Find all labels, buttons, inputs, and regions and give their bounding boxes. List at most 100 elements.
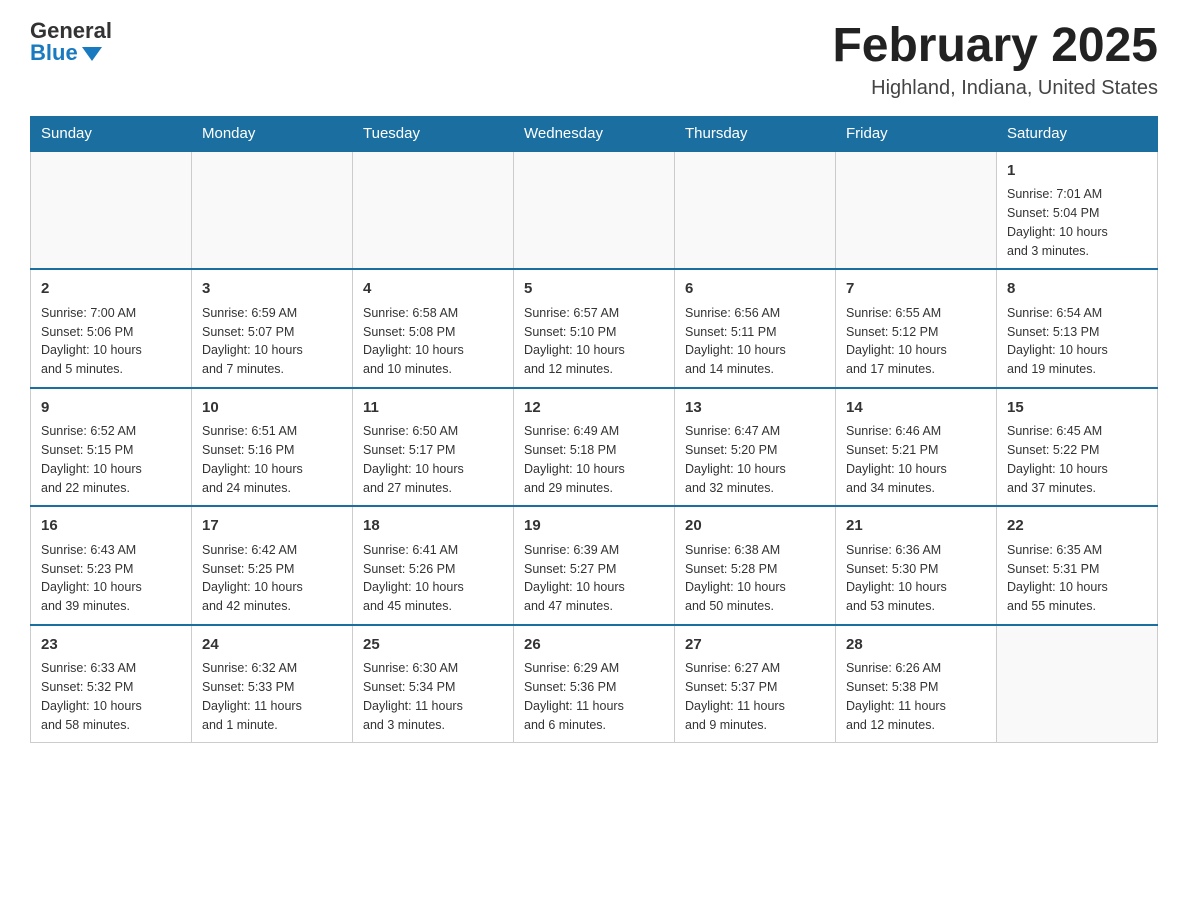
day-number: 6: [685, 278, 825, 301]
day-info: Sunrise: 6:55 AM Sunset: 5:12 PM Dayligh…: [846, 304, 986, 379]
logo-blue-text: Blue: [30, 42, 102, 64]
calendar-cell: 27Sunrise: 6:27 AM Sunset: 5:37 PM Dayli…: [675, 625, 836, 743]
day-info: Sunrise: 6:49 AM Sunset: 5:18 PM Dayligh…: [524, 422, 664, 497]
calendar-cell: 14Sunrise: 6:46 AM Sunset: 5:21 PM Dayli…: [836, 388, 997, 507]
calendar-header-thursday: Thursday: [675, 116, 836, 151]
day-number: 26: [524, 634, 664, 657]
day-info: Sunrise: 6:46 AM Sunset: 5:21 PM Dayligh…: [846, 422, 986, 497]
calendar-cell: [192, 151, 353, 270]
day-info: Sunrise: 6:29 AM Sunset: 5:36 PM Dayligh…: [524, 659, 664, 734]
day-number: 19: [524, 515, 664, 538]
day-number: 2: [41, 278, 181, 301]
calendar-cell: 4 Sunrise: 6:58 AM Sunset: 5:08 PM Daylig…: [353, 269, 514, 388]
page-header: General Blue February 2025 Highland, Ind…: [30, 20, 1158, 100]
day-info: Sunrise: 6:41 AM Sunset: 5:26 PM Dayligh…: [363, 541, 503, 616]
calendar-header-saturday: Saturday: [997, 116, 1158, 151]
calendar-header-sunday: Sunday: [31, 116, 192, 151]
day-number: 27: [685, 634, 825, 657]
day-number: 25: [363, 634, 503, 657]
day-number: 28: [846, 634, 986, 657]
day-number: 1: [1007, 160, 1147, 183]
calendar-cell: 21 Sunrise: 6:36 AM Sunset: 5:30 PM Dayli…: [836, 506, 997, 625]
calendar-cell: 28Sunrise: 6:26 AM Sunset: 5:38 PM Dayli…: [836, 625, 997, 743]
day-number: 3: [202, 278, 342, 301]
day-info: Sunrise: 6:42 AM Sunset: 5:25 PM Dayligh…: [202, 541, 342, 616]
calendar-cell: 12Sunrise: 6:49 AM Sunset: 5:18 PM Dayli…: [514, 388, 675, 507]
calendar-cell: [836, 151, 997, 270]
day-number: 9: [41, 397, 181, 420]
day-number: 21: [846, 515, 986, 538]
calendar-week-row: 1Sunrise: 7:01 AM Sunset: 5:04 PM Daylig…: [31, 151, 1158, 270]
calendar-cell: 9Sunrise: 6:52 AM Sunset: 5:15 PM Daylig…: [31, 388, 192, 507]
day-info: Sunrise: 6:58 AM Sunset: 5:08 PM Dayligh…: [363, 304, 503, 379]
calendar-week-row: 2Sunrise: 7:00 AM Sunset: 5:06 PM Daylig…: [31, 269, 1158, 388]
day-number: 17: [202, 515, 342, 538]
title-section: February 2025 Highland, Indiana, United …: [832, 20, 1158, 100]
calendar-cell: 19 Sunrise: 6:39 AM Sunset: 5:27 PM Dayli…: [514, 506, 675, 625]
day-info: Sunrise: 6:38 AM Sunset: 5:28 PM Dayligh…: [685, 541, 825, 616]
calendar-cell: 20 Sunrise: 6:38 AM Sunset: 5:28 PM Dayli…: [675, 506, 836, 625]
calendar-cell: 22Sunrise: 6:35 AM Sunset: 5:31 PM Dayli…: [997, 506, 1158, 625]
calendar-cell: 15Sunrise: 6:45 AM Sunset: 5:22 PM Dayli…: [997, 388, 1158, 507]
day-number: 13: [685, 397, 825, 420]
calendar-cell: 3 Sunrise: 6:59 AM Sunset: 5:07 PM Daylig…: [192, 269, 353, 388]
day-info: Sunrise: 6:30 AM Sunset: 5:34 PM Dayligh…: [363, 659, 503, 734]
day-info: Sunrise: 6:45 AM Sunset: 5:22 PM Dayligh…: [1007, 422, 1147, 497]
calendar-cell: [514, 151, 675, 270]
day-number: 10: [202, 397, 342, 420]
calendar-cell: 17 Sunrise: 6:42 AM Sunset: 5:25 PM Dayli…: [192, 506, 353, 625]
month-title: February 2025: [832, 20, 1158, 73]
calendar-cell: [353, 151, 514, 270]
calendar-cell: 13Sunrise: 6:47 AM Sunset: 5:20 PM Dayli…: [675, 388, 836, 507]
day-info: Sunrise: 6:36 AM Sunset: 5:30 PM Dayligh…: [846, 541, 986, 616]
day-number: 12: [524, 397, 664, 420]
calendar-cell: 7 Sunrise: 6:55 AM Sunset: 5:12 PM Daylig…: [836, 269, 997, 388]
day-number: 11: [363, 397, 503, 420]
day-info: Sunrise: 6:50 AM Sunset: 5:17 PM Dayligh…: [363, 422, 503, 497]
calendar-cell: 23Sunrise: 6:33 AM Sunset: 5:32 PM Dayli…: [31, 625, 192, 743]
day-number: 22: [1007, 515, 1147, 538]
day-info: Sunrise: 6:56 AM Sunset: 5:11 PM Dayligh…: [685, 304, 825, 379]
calendar-cell: 6 Sunrise: 6:56 AM Sunset: 5:11 PM Daylig…: [675, 269, 836, 388]
calendar-cell: 24Sunrise: 6:32 AM Sunset: 5:33 PM Dayli…: [192, 625, 353, 743]
calendar-header-friday: Friday: [836, 116, 997, 151]
day-number: 24: [202, 634, 342, 657]
day-info: Sunrise: 6:54 AM Sunset: 5:13 PM Dayligh…: [1007, 304, 1147, 379]
calendar-cell: [997, 625, 1158, 743]
day-number: 16: [41, 515, 181, 538]
calendar-cell: 16Sunrise: 6:43 AM Sunset: 5:23 PM Dayli…: [31, 506, 192, 625]
calendar-cell: 8Sunrise: 6:54 AM Sunset: 5:13 PM Daylig…: [997, 269, 1158, 388]
calendar-cell: [31, 151, 192, 270]
day-info: Sunrise: 6:33 AM Sunset: 5:32 PM Dayligh…: [41, 659, 181, 734]
day-number: 23: [41, 634, 181, 657]
day-info: Sunrise: 6:39 AM Sunset: 5:27 PM Dayligh…: [524, 541, 664, 616]
calendar-week-row: 16Sunrise: 6:43 AM Sunset: 5:23 PM Dayli…: [31, 506, 1158, 625]
calendar-header-row: SundayMondayTuesdayWednesdayThursdayFrid…: [31, 116, 1158, 151]
day-info: Sunrise: 7:01 AM Sunset: 5:04 PM Dayligh…: [1007, 185, 1147, 260]
day-info: Sunrise: 6:27 AM Sunset: 5:37 PM Dayligh…: [685, 659, 825, 734]
logo: General Blue: [30, 20, 112, 64]
day-info: Sunrise: 6:51 AM Sunset: 5:16 PM Dayligh…: [202, 422, 342, 497]
calendar-header-tuesday: Tuesday: [353, 116, 514, 151]
calendar-cell: 5Sunrise: 6:57 AM Sunset: 5:10 PM Daylig…: [514, 269, 675, 388]
calendar-cell: 1Sunrise: 7:01 AM Sunset: 5:04 PM Daylig…: [997, 151, 1158, 270]
calendar-week-row: 23Sunrise: 6:33 AM Sunset: 5:32 PM Dayli…: [31, 625, 1158, 743]
day-info: Sunrise: 6:59 AM Sunset: 5:07 PM Dayligh…: [202, 304, 342, 379]
day-info: Sunrise: 6:52 AM Sunset: 5:15 PM Dayligh…: [41, 422, 181, 497]
logo-general-text: General: [30, 20, 112, 42]
logo-arrow-icon: [82, 47, 102, 61]
day-number: 5: [524, 278, 664, 301]
day-number: 18: [363, 515, 503, 538]
calendar-cell: 18 Sunrise: 6:41 AM Sunset: 5:26 PM Dayli…: [353, 506, 514, 625]
calendar-table: SundayMondayTuesdayWednesdayThursdayFrid…: [30, 116, 1158, 744]
calendar-cell: 2Sunrise: 7:00 AM Sunset: 5:06 PM Daylig…: [31, 269, 192, 388]
calendar-week-row: 9Sunrise: 6:52 AM Sunset: 5:15 PM Daylig…: [31, 388, 1158, 507]
calendar-cell: 10Sunrise: 6:51 AM Sunset: 5:16 PM Dayli…: [192, 388, 353, 507]
day-number: 20: [685, 515, 825, 538]
calendar-cell: 11Sunrise: 6:50 AM Sunset: 5:17 PM Dayli…: [353, 388, 514, 507]
day-number: 4: [363, 278, 503, 301]
day-number: 7: [846, 278, 986, 301]
day-number: 15: [1007, 397, 1147, 420]
calendar-header-monday: Monday: [192, 116, 353, 151]
day-number: 14: [846, 397, 986, 420]
